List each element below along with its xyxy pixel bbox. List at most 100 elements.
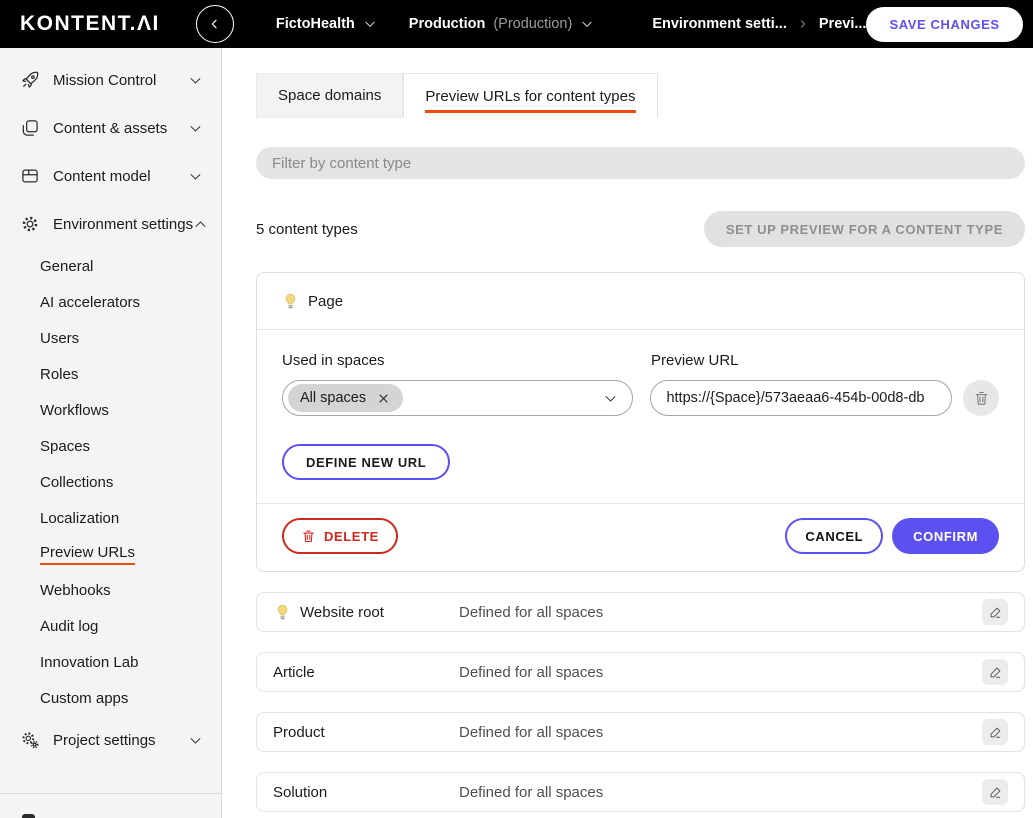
row-status: Defined for all spaces <box>459 723 604 741</box>
content-type-name: Article <box>273 663 315 681</box>
content-assets-icon <box>20 118 40 138</box>
content-type-name: Website root <box>300 603 384 621</box>
delete-url-button[interactable] <box>963 380 999 416</box>
row-name-cell: Solution <box>273 784 459 801</box>
cancel-button[interactable]: CANCEL <box>785 518 884 554</box>
set-up-preview-button[interactable]: SET UP PREVIEW FOR A CONTENT TYPE <box>703 211 1025 247</box>
breadcrumb-environment-settings[interactable]: Environment setti... <box>652 16 787 32</box>
card-body: Used in spaces Preview URL All spaces ht… <box>257 330 1024 480</box>
edit-button[interactable] <box>982 719 1008 745</box>
sidebar-item-mission-control[interactable]: Mission Control <box>0 56 221 104</box>
sidebar-item-ai-accelerators[interactable]: AI accelerators <box>0 284 221 320</box>
confirm-button[interactable]: CONFIRM <box>892 518 999 554</box>
sidebar-item-environment-settings[interactable]: Environment settings <box>0 200 221 248</box>
sidebar-item-spaces[interactable]: Spaces <box>0 428 221 464</box>
sidebar-item-label: Localization <box>40 509 120 527</box>
sidebar-item-webhooks[interactable]: Webhooks <box>0 572 221 608</box>
sidebar-item-label: Project settings <box>53 731 156 749</box>
pencil-icon <box>988 725 1003 740</box>
chevron-down-icon <box>580 17 594 31</box>
chevron-down-icon <box>363 17 377 31</box>
sidebar-item-label: Collections <box>40 473 114 491</box>
chevron-left-icon <box>207 16 223 32</box>
content-type-count: 5 content types <box>256 220 358 238</box>
sidebar-item-users[interactable]: Users <box>0 320 221 356</box>
lightbulb-icon <box>273 603 292 622</box>
top-bar: KONTENT.ΛI FictoHealth Production (Produ… <box>0 0 1033 48</box>
tab-label: Preview URLs for content types <box>425 87 636 113</box>
project-switcher[interactable]: FictoHealth <box>276 16 377 32</box>
sidebar-item-label: Audit log <box>40 617 99 635</box>
card-header: Page <box>257 273 1024 330</box>
kontent-ai-logo: KONTENT.ΛI <box>20 12 160 35</box>
back-button[interactable] <box>195 5 234 43</box>
sidebar-item-workflows[interactable]: Workflows <box>0 392 221 428</box>
content-type-name: Solution <box>273 783 328 801</box>
environment-name: Production <box>408 16 486 32</box>
sidebar-item-content-assets[interactable]: Content & assets <box>0 104 221 152</box>
table-row-solution[interactable]: Solution Defined for all spaces <box>256 772 1025 812</box>
edit-button[interactable] <box>982 779 1008 805</box>
tab-bar: Space domains Preview URLs for content t… <box>256 73 1033 118</box>
sidebar-item-label: General <box>40 257 94 275</box>
row-status: Defined for all spaces <box>459 783 604 801</box>
used-in-spaces-label: Used in spaces <box>282 352 385 369</box>
page-preview-editor-card: Page Used in spaces Preview URL All spac… <box>256 272 1025 572</box>
chip-label: All spaces <box>300 390 367 406</box>
trash-icon <box>301 529 316 544</box>
environment-switcher[interactable]: Production (Production) <box>409 16 595 32</box>
project-name: FictoHealth <box>275 16 355 32</box>
filter-content-type-input[interactable] <box>256 147 1025 179</box>
preview-url-label: Preview URL <box>651 352 739 369</box>
sidebar: Mission Control Content & assets Content… <box>0 48 222 818</box>
pencil-icon <box>988 665 1003 680</box>
tab-preview-urls-for-content-types[interactable]: Preview URLs for content types <box>403 73 658 118</box>
table-row-website-root[interactable]: Website root Defined for all spaces <box>256 592 1025 632</box>
all-spaces-chip: All spaces <box>288 384 404 412</box>
sidebar-item-localization[interactable]: Localization <box>0 500 221 536</box>
table-row-product[interactable]: Product Defined for all spaces <box>256 712 1025 752</box>
sidebar-item-audit-log[interactable]: Audit log <box>0 608 221 644</box>
preview-url-input[interactable] <box>650 380 952 416</box>
row-name-cell: Article <box>273 664 459 681</box>
sidebar-divider <box>0 793 221 794</box>
environment-suffix: (Production) <box>493 16 573 32</box>
sidebar-item-label: Content model <box>53 167 151 185</box>
edit-button[interactable] <box>982 659 1008 685</box>
sidebar-item-innovation-lab[interactable]: Innovation Lab <box>0 644 221 680</box>
remove-chip-icon[interactable] <box>376 391 391 406</box>
sidebar-item-content-model[interactable]: Content model <box>0 152 221 200</box>
sidebar-item-label: Custom apps <box>40 689 129 707</box>
sidebar-item-project-settings[interactable]: Project settings <box>0 716 221 764</box>
sidebar-item-label: Webhooks <box>40 581 111 599</box>
table-row-article[interactable]: Article Defined for all spaces <box>256 652 1025 692</box>
sidebar-item-roles[interactable]: Roles <box>0 356 221 392</box>
sidebar-item-preview-urls[interactable]: Preview URLs <box>0 536 221 572</box>
list-header: 5 content types SET UP PREVIEW FOR A CON… <box>256 211 1025 247</box>
tab-space-domains[interactable]: Space domains <box>256 73 404 118</box>
used-in-spaces-select[interactable]: All spaces <box>282 380 634 416</box>
card-footer: DELETE CANCEL CONFIRM <box>257 503 1024 571</box>
trash-icon <box>973 390 990 407</box>
sidebar-item-custom-apps[interactable]: Custom apps <box>0 680 221 716</box>
pencil-icon <box>988 605 1003 620</box>
sidebar-item-label: Roles <box>40 365 79 383</box>
save-changes-button[interactable]: SAVE CHANGES <box>866 6 1023 42</box>
row-name-cell: Product <box>273 724 459 741</box>
breadcrumb: Environment setti... Previ... <box>652 16 866 32</box>
sidebar-item-label: Content & assets <box>53 119 168 137</box>
row-name-cell: Website root <box>273 603 459 622</box>
content-model-icon <box>20 166 40 186</box>
define-new-url-button[interactable]: DEFINE NEW URL <box>282 444 451 480</box>
delete-button[interactable]: DELETE <box>282 518 398 554</box>
gears-icon <box>20 730 40 750</box>
content-type-name: Page <box>308 292 344 310</box>
rocket-icon <box>20 70 40 90</box>
chevron-down-icon <box>188 73 203 88</box>
sidebar-item-collections[interactable]: Collections <box>0 464 221 500</box>
edit-button[interactable] <box>982 599 1008 625</box>
sidebar-item-label: Mission Control <box>53 71 157 89</box>
sidebar-item-general[interactable]: General <box>0 248 221 284</box>
content-type-name: Product <box>273 723 325 741</box>
breadcrumb-preview-urls[interactable]: Previ... <box>819 16 867 32</box>
